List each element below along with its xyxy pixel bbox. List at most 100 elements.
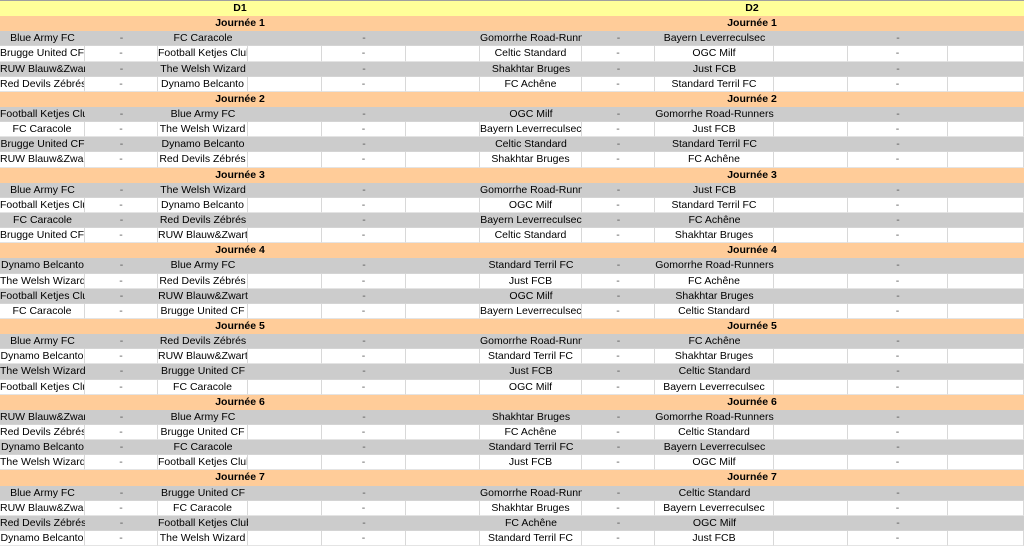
d2-score-cell[interactable] <box>948 486 1024 501</box>
d1-result-separator-cell[interactable]: - <box>322 258 406 274</box>
d2-away-team-cell[interactable]: Shakhtar Bruges <box>655 289 774 304</box>
d1-away-team-cell[interactable]: Red Devils Zébrés <box>158 334 248 350</box>
d2-separator-cell[interactable]: - <box>582 228 655 244</box>
d2-home-team-cell[interactable]: Gomorrhe Road-Runner <box>480 486 582 501</box>
d1-score-cell[interactable] <box>406 410 480 425</box>
d2-score-cell[interactable] <box>774 137 848 153</box>
d1-separator-cell[interactable]: - <box>85 152 158 168</box>
d2-home-team-cell[interactable]: Gomorrhe Road-Runner <box>480 334 582 350</box>
d1-score-cell[interactable] <box>248 303 322 319</box>
d2-home-team-cell[interactable]: Bayern Leverreculsec <box>480 122 582 138</box>
d2-score-cell[interactable] <box>948 122 1024 138</box>
d1-result-separator-cell[interactable]: - <box>322 455 406 471</box>
d2-result-separator-cell[interactable]: - <box>848 349 948 365</box>
d1-away-team-cell[interactable]: FC Caracole <box>158 440 248 456</box>
d2-away-team-cell[interactable]: Standard Terril FC <box>655 137 774 153</box>
d2-away-team-cell[interactable]: FC Achêne <box>655 152 774 168</box>
d2-away-team-cell[interactable]: FC Achêne <box>655 334 774 350</box>
d2-score-cell[interactable] <box>774 440 848 456</box>
d1-score-cell[interactable] <box>248 424 322 441</box>
d2-home-team-cell[interactable]: Just FCB <box>480 455 582 471</box>
d2-score-cell[interactable] <box>948 197 1024 213</box>
d1-score-cell[interactable] <box>406 349 480 365</box>
d1-result-separator-cell[interactable]: - <box>322 349 406 365</box>
d2-score-cell[interactable] <box>948 455 1024 471</box>
d1-separator-cell[interactable]: - <box>85 258 158 274</box>
d1-home-team-cell[interactable]: Dynamo Belcanto <box>0 440 85 456</box>
d2-score-cell[interactable] <box>948 500 1024 516</box>
d2-away-team-cell[interactable]: OGC Milf <box>655 46 774 62</box>
d2-away-team-cell[interactable]: Shakhtar Bruges <box>655 228 774 244</box>
d1-home-team-cell[interactable]: RUW Blauw&Zwart <box>0 152 85 168</box>
d2-result-separator-cell[interactable]: - <box>848 364 948 380</box>
d1-separator-cell[interactable]: - <box>85 183 158 198</box>
d1-home-team-cell[interactable]: Red Devils Zébrés <box>0 424 85 441</box>
d2-home-team-cell[interactable]: Bayern Leverreculsec <box>480 303 582 319</box>
d2-separator-cell[interactable]: - <box>582 486 655 501</box>
d2-separator-cell[interactable]: - <box>582 31 655 47</box>
d1-result-separator-cell[interactable]: - <box>322 410 406 425</box>
d1-away-team-cell[interactable]: Football Ketjes Club <box>158 455 248 471</box>
d1-away-team-cell[interactable]: Blue Army FC <box>158 258 248 274</box>
d1-result-separator-cell[interactable]: - <box>322 379 406 395</box>
d2-score-cell[interactable] <box>948 334 1024 350</box>
d1-separator-cell[interactable]: - <box>85 530 158 546</box>
d2-score-cell[interactable] <box>774 183 848 198</box>
d2-score-cell[interactable] <box>948 379 1024 395</box>
d1-separator-cell[interactable]: - <box>85 197 158 213</box>
d2-result-separator-cell[interactable]: - <box>848 516 948 531</box>
journee-label-d1[interactable]: Journée 6 <box>0 395 480 410</box>
d1-away-team-cell[interactable]: Red Devils Zébrés <box>158 273 248 289</box>
d1-home-team-cell[interactable]: Red Devils Zébrés <box>0 76 85 92</box>
d1-away-team-cell[interactable]: Blue Army FC <box>158 107 248 123</box>
d1-home-team-cell[interactable]: The Welsh Wizard <box>0 455 85 471</box>
d2-separator-cell[interactable]: - <box>582 183 655 198</box>
d2-score-cell[interactable] <box>774 107 848 123</box>
d2-separator-cell[interactable]: - <box>582 440 655 456</box>
d2-separator-cell[interactable]: - <box>582 516 655 531</box>
d1-away-team-cell[interactable]: Brugge United CF <box>158 303 248 319</box>
d2-score-cell[interactable] <box>774 410 848 425</box>
d2-away-team-cell[interactable]: FC Achêne <box>655 213 774 229</box>
d1-result-separator-cell[interactable]: - <box>322 303 406 319</box>
d2-home-team-cell[interactable]: OGC Milf <box>480 379 582 395</box>
d2-result-separator-cell[interactable]: - <box>848 424 948 441</box>
d2-home-team-cell[interactable]: Shakhtar Bruges <box>480 500 582 516</box>
d1-separator-cell[interactable]: - <box>85 213 158 229</box>
d1-result-separator-cell[interactable]: - <box>322 516 406 531</box>
d1-result-separator-cell[interactable]: - <box>322 122 406 138</box>
d2-score-cell[interactable] <box>774 500 848 516</box>
d1-away-team-cell[interactable]: The Welsh Wizard <box>158 62 248 77</box>
d2-separator-cell[interactable]: - <box>582 334 655 350</box>
d1-score-cell[interactable] <box>248 46 322 62</box>
d1-home-team-cell[interactable]: Blue Army FC <box>0 183 85 198</box>
d1-away-team-cell[interactable]: FC Caracole <box>158 500 248 516</box>
d1-score-cell[interactable] <box>406 379 480 395</box>
d1-score-cell[interactable] <box>406 76 480 92</box>
d2-score-cell[interactable] <box>774 334 848 350</box>
d2-away-team-cell[interactable]: Celtic Standard <box>655 303 774 319</box>
d1-score-cell[interactable] <box>248 273 322 289</box>
d1-away-team-cell[interactable]: Football Ketjes Club <box>158 516 248 531</box>
d2-separator-cell[interactable]: - <box>582 62 655 77</box>
d1-separator-cell[interactable]: - <box>85 46 158 62</box>
d1-separator-cell[interactable]: - <box>85 500 158 516</box>
d1-result-separator-cell[interactable]: - <box>322 213 406 229</box>
d2-result-separator-cell[interactable]: - <box>848 289 948 304</box>
d2-score-cell[interactable] <box>774 62 848 77</box>
journee-label-d1[interactable]: Journée 3 <box>0 168 480 183</box>
d2-score-cell[interactable] <box>774 76 848 92</box>
d2-score-cell[interactable] <box>774 197 848 213</box>
d2-score-cell[interactable] <box>948 31 1024 47</box>
d2-score-cell[interactable] <box>948 107 1024 123</box>
d1-home-team-cell[interactable]: Football Ketjes Club <box>0 107 85 123</box>
d2-separator-cell[interactable]: - <box>582 273 655 289</box>
d1-away-team-cell[interactable]: FC Caracole <box>158 31 248 47</box>
d1-result-separator-cell[interactable]: - <box>322 364 406 380</box>
d1-away-team-cell[interactable]: Brugge United CF <box>158 364 248 380</box>
d1-away-team-cell[interactable]: Red Devils Zébrés <box>158 152 248 168</box>
d2-separator-cell[interactable]: - <box>582 500 655 516</box>
d1-result-separator-cell[interactable]: - <box>322 424 406 441</box>
d1-score-cell[interactable] <box>248 440 322 456</box>
d1-home-team-cell[interactable]: Brugge United CF <box>0 137 85 153</box>
